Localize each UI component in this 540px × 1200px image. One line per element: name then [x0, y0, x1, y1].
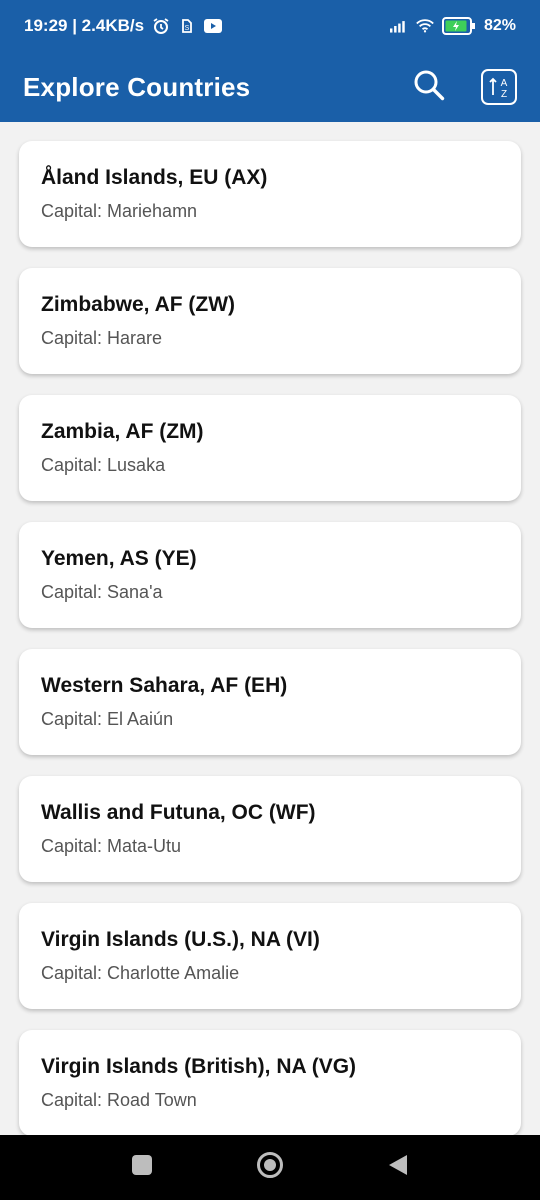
status-bar: 19:29 | 2.4KB/s S 82% — [0, 0, 540, 52]
sim-icon: S — [178, 17, 196, 35]
battery-percent: 82% — [483, 17, 516, 34]
country-card[interactable]: Wallis and Futuna, OC (WF) Capital: Mata… — [19, 776, 521, 882]
app-bar: Explore Countries A Z — [0, 52, 540, 122]
battery-icon — [441, 17, 476, 35]
back-button[interactable] — [378, 1148, 418, 1188]
page-title: Explore Countries — [23, 71, 251, 102]
country-name: Zimbabwe, AF (ZW) — [41, 293, 236, 316]
signal-icon — [389, 17, 408, 35]
recents-button[interactable] — [122, 1148, 162, 1188]
svg-text:Z: Z — [501, 89, 507, 100]
country-card[interactable]: Zimbabwe, AF (ZW) Capital: Harare — [19, 268, 521, 374]
back-triangle-icon — [387, 1153, 409, 1182]
status-time: 19:29 | 2.4KB/s — [24, 16, 145, 35]
country-list[interactable]: Åland Islands, EU (AX) Capital: Marieham… — [0, 122, 540, 1135]
country-name: Yemen, AS (YE) — [41, 547, 197, 570]
circle-icon — [256, 1151, 284, 1184]
country-card[interactable]: Virgin Islands (U.S.), NA (VI) Capital: … — [19, 903, 521, 1009]
country-card[interactable]: Western Sahara, AF (EH) Capital: El Aaiú… — [19, 649, 521, 755]
country-capital: Capital: El Aaiún — [41, 709, 174, 729]
country-capital: Capital: Harare — [41, 328, 163, 348]
search-icon — [412, 68, 446, 107]
status-right: 82% — [389, 17, 516, 35]
youtube-icon — [204, 17, 223, 35]
country-card[interactable]: Virgin Islands (British), NA (VG) Capita… — [19, 1030, 521, 1135]
system-nav-bar — [0, 1135, 540, 1200]
wifi-icon — [416, 17, 434, 35]
alarm-icon — [152, 17, 170, 35]
country-card[interactable]: Zambia, AF (ZM) Capital: Lusaka — [19, 395, 521, 501]
svg-text:S: S — [185, 25, 190, 32]
country-name: Wallis and Futuna, OC (WF) — [41, 801, 316, 824]
country-card[interactable]: Yemen, AS (YE) Capital: Sana'a — [19, 522, 521, 628]
search-button[interactable] — [408, 66, 450, 108]
home-button[interactable] — [250, 1148, 290, 1188]
square-icon — [131, 1154, 153, 1181]
country-name: Virgin Islands (U.S.), NA (VI) — [41, 928, 320, 951]
country-capital: Capital: Mariehamn — [41, 201, 198, 221]
country-capital: Capital: Charlotte Amalie — [41, 963, 240, 983]
country-capital: Capital: Lusaka — [41, 455, 166, 475]
status-left: 19:29 | 2.4KB/s S — [24, 16, 223, 36]
country-capital: Capital: Sana'a — [41, 582, 163, 602]
country-name: Virgin Islands (British), NA (VG) — [41, 1055, 357, 1078]
country-name: Åland Islands, EU (AX) — [41, 166, 268, 189]
svg-text:A: A — [501, 78, 508, 89]
country-capital: Capital: Road Town — [41, 1090, 197, 1110]
sort-button[interactable]: A Z — [478, 66, 520, 108]
country-name: Zambia, AF (ZM) — [41, 420, 204, 443]
country-card[interactable]: Åland Islands, EU (AX) Capital: Marieham… — [19, 141, 521, 247]
country-name: Western Sahara, AF (EH) — [41, 674, 288, 697]
country-capital: Capital: Mata-Utu — [41, 836, 182, 856]
sort-az-icon: A Z — [481, 69, 517, 105]
app-bar-actions: A Z — [408, 66, 520, 108]
